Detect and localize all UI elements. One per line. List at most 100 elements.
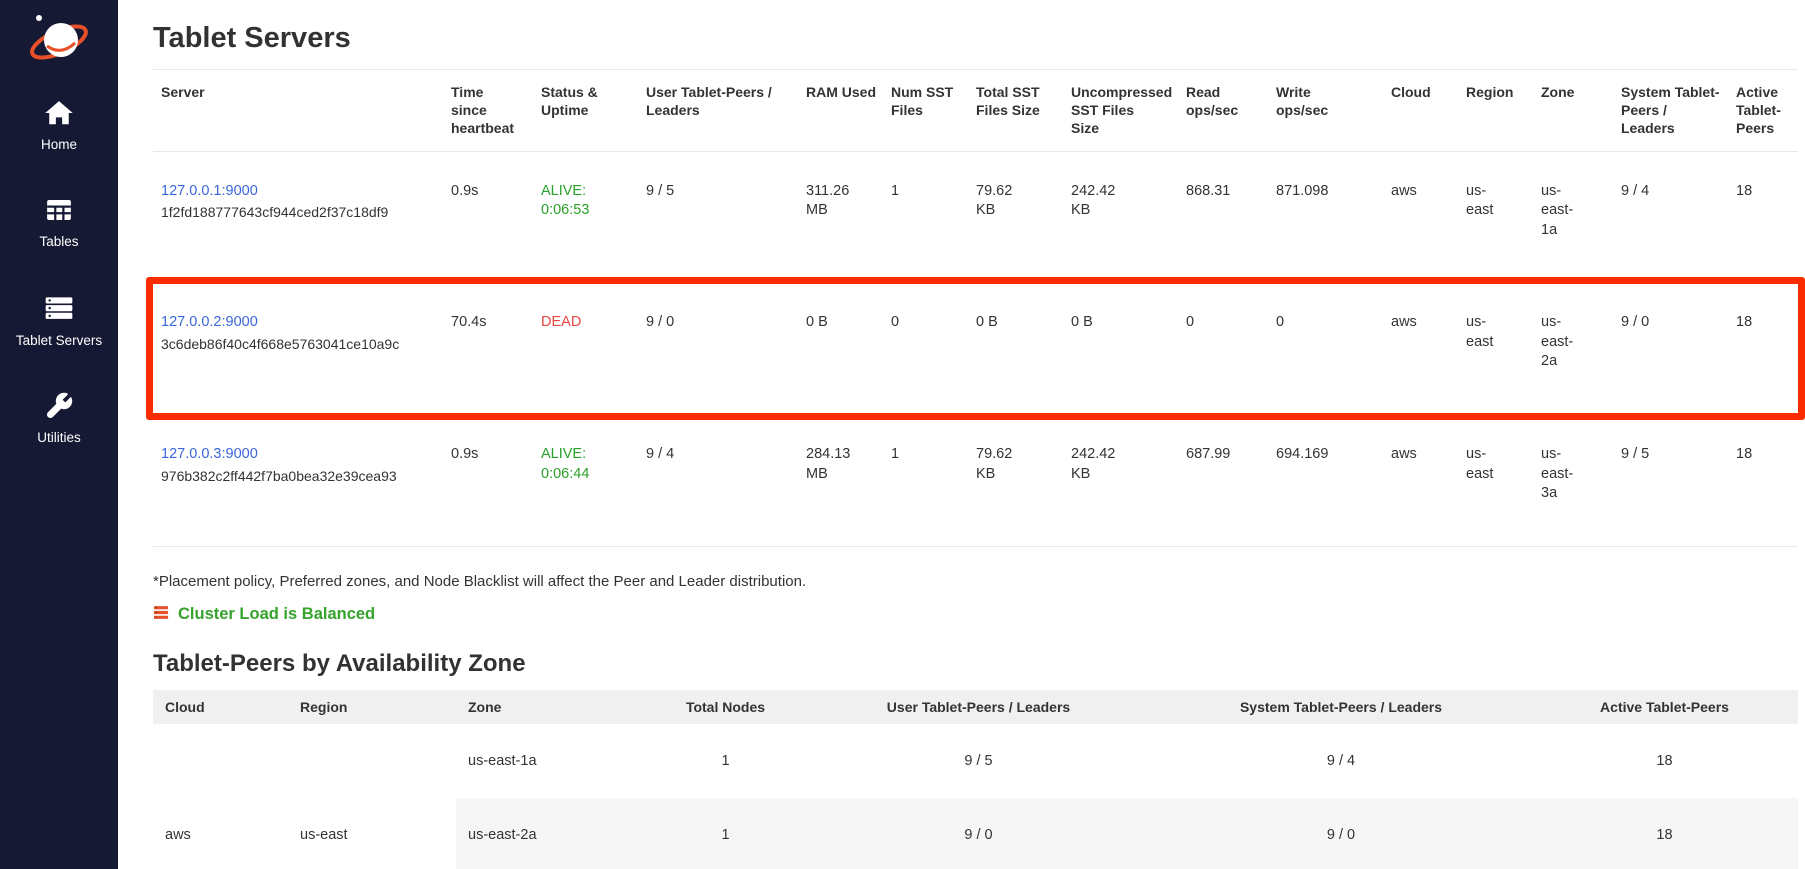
cell-total-nodes: 1 (645, 724, 806, 798)
cell-write-ops: 694.169 (1268, 414, 1383, 546)
sidebar-item-tablet-servers[interactable]: Tablet Servers (0, 292, 118, 349)
cell-system-peers: 9 / 0 (1613, 283, 1728, 415)
col-header-system-peers: System Tablet-Peers / Leaders (1151, 690, 1531, 724)
placement-footnote: *Placement policy, Preferred zones, and … (153, 573, 1805, 590)
cell-zone: us-east-2a (456, 798, 645, 869)
cluster-status: Cluster Load is Balanced (153, 604, 1805, 626)
uptime-text: 0:06:53 (541, 201, 630, 221)
cell-user-peers: 9 / 0 (806, 798, 1151, 869)
cell-active-peers: 18 (1531, 724, 1798, 798)
cell-region: us-east (288, 724, 456, 869)
cell-zone: us-east-1a (456, 724, 645, 798)
cell-num-sst: 1 (883, 151, 968, 283)
zones-table: Cloud Region Zone Total Nodes User Table… (153, 690, 1798, 869)
cell-system-peers: 9 / 0 (1151, 798, 1531, 869)
col-header-active-peers: Active Tablet-Peers (1531, 690, 1798, 724)
cell-user-peers: 9 / 5 (638, 151, 798, 283)
cell-active-peers: 18 (1728, 151, 1798, 283)
cell-server: 127.0.0.1:9000 1f2fd188777643cf944ced2f3… (153, 151, 443, 283)
col-header-system-peers: System Tablet-Peers / Leaders (1613, 70, 1728, 152)
cell-active-peers: 18 (1728, 414, 1798, 546)
cell-cloud: aws (1383, 283, 1458, 415)
cell-status: ALIVE: 0:06:53 (533, 151, 638, 283)
cell-zone: us-east-2a (1533, 283, 1613, 415)
col-header-region: Region (1458, 70, 1533, 152)
server-row-dead: 127.0.0.2:9000 3c6deb86f40c4f668e5763041… (153, 283, 1798, 415)
sidebar-item-label: Utilities (37, 431, 81, 446)
server-link[interactable]: 127.0.0.1:9000 (161, 183, 258, 199)
cell-uncompressed-sst: 242.42 KB (1063, 414, 1178, 546)
cell-total-sst: 0 B (968, 283, 1063, 415)
app-root: Home Tables (0, 0, 1805, 869)
server-link[interactable]: 127.0.0.2:9000 (161, 314, 258, 330)
server-link[interactable]: 127.0.0.3:9000 (161, 446, 258, 462)
col-header-region: Region (288, 690, 456, 724)
status-text: ALIVE: (541, 182, 630, 202)
cell-write-ops: 0 (1268, 283, 1383, 415)
zones-section-title: Tablet-Peers by Availability Zone (153, 650, 1805, 678)
cell-user-peers: 9 / 5 (806, 724, 1151, 798)
cell-total-nodes: 1 (645, 798, 806, 869)
cell-heartbeat: 0.9s (443, 151, 533, 283)
cell-cloud: aws (1383, 151, 1458, 283)
col-header-uncompressed-sst: Uncompressed SST Files Size (1063, 70, 1178, 152)
page-title: Tablet Servers (153, 22, 1805, 55)
cell-system-peers: 9 / 5 (1613, 414, 1728, 546)
cell-active-peers: 18 (1728, 283, 1798, 415)
cell-ram: 311.26 MB (798, 151, 883, 283)
cell-num-sst: 1 (883, 414, 968, 546)
col-header-zone: Zone (456, 690, 645, 724)
main-content: Tablet Servers Server Time since heartbe… (118, 0, 1805, 869)
server-uuid: 3c6deb86f40c4f668e5763041ce10a9c (161, 335, 435, 354)
sidebar-item-utilities[interactable]: Utilities (0, 391, 118, 446)
servers-header-row: Server Time since heartbeat Status & Upt… (153, 70, 1798, 152)
sidebar: Home Tables (0, 0, 118, 869)
zones-header-row: Cloud Region Zone Total Nodes User Table… (153, 690, 1798, 724)
tables-icon (44, 195, 74, 230)
cell-region: us-east (1458, 151, 1533, 283)
servers-table-wrap: Server Time since heartbeat Status & Upt… (153, 69, 1805, 547)
sidebar-item-label: Home (41, 138, 77, 153)
server-uuid: 1f2fd188777643cf944ced2f37c18df9 (161, 203, 435, 222)
server-row: 127.0.0.1:9000 1f2fd188777643cf944ced2f3… (153, 151, 1798, 283)
col-header-user-peers: User Tablet-Peers / Leaders (806, 690, 1151, 724)
cell-cloud: aws (1383, 414, 1458, 546)
cell-user-peers: 9 / 4 (638, 414, 798, 546)
status-text: ALIVE: (541, 445, 630, 465)
cell-uncompressed-sst: 0 B (1063, 283, 1178, 415)
sidebar-item-home[interactable]: Home (0, 98, 118, 153)
server-uuid: 976b382c2ff442f7ba0bea32e39cea93 (161, 467, 435, 486)
col-header-cloud: Cloud (1383, 70, 1458, 152)
sidebar-item-tables[interactable]: Tables (0, 195, 118, 250)
cell-status: ALIVE: 0:06:44 (533, 414, 638, 546)
col-header-read-ops: Read ops/sec (1178, 70, 1268, 152)
col-header-write-ops: Write ops/sec (1268, 70, 1383, 152)
cell-system-peers: 9 / 4 (1613, 151, 1728, 283)
cell-user-peers: 9 / 0 (638, 283, 798, 415)
status-text: DEAD (541, 313, 630, 333)
cell-ram: 0 B (798, 283, 883, 415)
cell-cloud: aws (153, 724, 288, 869)
zone-row: aws us-east us-east-1a 1 9 / 5 9 / 4 18 (153, 724, 1798, 798)
col-header-cloud: Cloud (153, 690, 288, 724)
cell-status: DEAD (533, 283, 638, 415)
server-list-icon (153, 604, 170, 626)
yugabytedb-logo[interactable] (27, 8, 91, 72)
col-header-status-uptime: Status & Uptime (533, 70, 638, 152)
cell-zone: us-east-3a (1533, 414, 1613, 546)
server-row: 127.0.0.3:9000 976b382c2ff442f7ba0bea32e… (153, 414, 1798, 546)
cell-server: 127.0.0.2:9000 3c6deb86f40c4f668e5763041… (153, 283, 443, 415)
cell-num-sst: 0 (883, 283, 968, 415)
cell-total-sst: 79.62 KB (968, 151, 1063, 283)
cell-region: us-east (1458, 414, 1533, 546)
utilities-wrench-icon (44, 391, 74, 426)
cluster-status-text: Cluster Load is Balanced (178, 605, 375, 624)
uptime-text: 0:06:44 (541, 465, 630, 485)
sidebar-item-label: Tablet Servers (16, 334, 102, 349)
cell-ram: 284.13 MB (798, 414, 883, 546)
cell-system-peers: 9 / 4 (1151, 724, 1531, 798)
cell-read-ops: 687.99 (1178, 414, 1268, 546)
sidebar-item-label: Tables (39, 235, 78, 250)
cell-total-sst: 79.62 KB (968, 414, 1063, 546)
cell-read-ops: 868.31 (1178, 151, 1268, 283)
